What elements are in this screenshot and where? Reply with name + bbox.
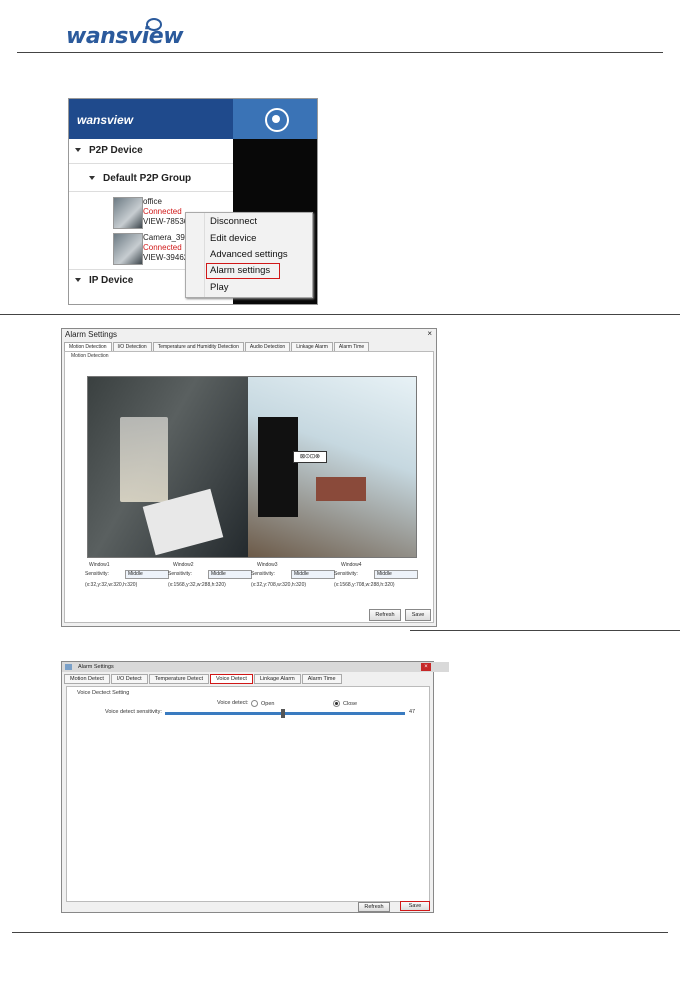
expand-icon	[75, 148, 81, 153]
menu-item-play[interactable]: Play	[210, 282, 228, 293]
sensitivity-label: Sensitivity:	[85, 571, 109, 577]
slider-thumb[interactable]	[281, 709, 285, 718]
window-title: Alarm Settings	[78, 664, 114, 670]
camera-preview[interactable]: ⊠⊙⊡⊗	[87, 376, 417, 558]
section-divider	[0, 314, 680, 315]
glass-object	[120, 417, 168, 502]
sensitivity-label: Sensitivity:	[334, 571, 358, 577]
expand-icon	[89, 176, 95, 181]
sensitivity-value: 47	[409, 709, 416, 715]
menu-item-disconnect[interactable]: Disconnect	[210, 216, 257, 227]
device-thumbnail	[113, 197, 143, 229]
device-name: office	[143, 197, 162, 206]
sensitivity-label: Sensitivity:	[168, 571, 192, 577]
window-title: Alarm Settings	[65, 330, 118, 339]
menu-item-alarm-settings[interactable]: Alarm settings	[210, 265, 270, 276]
refresh-button[interactable]: Refresh	[369, 609, 401, 621]
save-button[interactable]: Save	[405, 609, 431, 621]
motion-detection-screenshot: Alarm Settings × Motion Detection I/O De…	[61, 328, 437, 627]
header-divider	[17, 52, 663, 53]
window4-coords: (x:1568,y:708,w:288,h:320)	[334, 582, 395, 588]
radio-close[interactable]: Close	[333, 700, 357, 707]
rug-object	[316, 477, 366, 501]
sensitivity-label: Voice detect sensitivity:	[105, 709, 162, 715]
radio-open[interactable]: Open	[251, 700, 274, 707]
tree-label: Default P2P Group	[103, 173, 192, 184]
tv-object	[258, 417, 298, 517]
device-thumbnail	[113, 233, 143, 265]
tree-label: IP Device	[89, 275, 134, 286]
logo-eye-icon	[146, 18, 162, 31]
footer-divider	[12, 932, 668, 933]
tree-p2p-device[interactable]: P2P Device	[69, 145, 239, 156]
tree-default-group[interactable]: Default P2P Group	[69, 173, 233, 184]
tab-bar: Motion Detect I/O Detect Temperature Det…	[64, 674, 343, 684]
voice-detect-label: Voice detect:	[217, 700, 249, 706]
tab-panel: Voice Dectect Setting Voice detect: Open…	[66, 686, 430, 902]
close-icon[interactable]: ×	[427, 329, 432, 338]
radio-selected-icon	[333, 700, 340, 707]
sensitivity-label: Sensitivity:	[251, 571, 275, 577]
sensitivity-select-4[interactable]: Middle	[374, 570, 418, 579]
live-view-button[interactable]	[233, 99, 317, 139]
tree-label: P2P Device	[89, 145, 143, 156]
tab-panel: Motion Detection ⊠⊙⊡⊗ Window1 Window2 Wi…	[64, 351, 434, 623]
group-label: Voice Dectect Setting	[77, 690, 130, 696]
tab-linkage-alarm[interactable]: Linkage Alarm	[253, 674, 301, 684]
tab-voice-detect[interactable]: Voice Detect	[210, 674, 253, 684]
voice-detect-screenshot: Alarm Settings × Motion Detect I/O Detec…	[61, 661, 449, 913]
wansview-logo: wansview	[66, 18, 198, 50]
window4-label: Window4	[341, 562, 362, 568]
sensitivity-select-2[interactable]: Middle	[208, 570, 252, 579]
refresh-button[interactable]: Refresh	[358, 902, 390, 912]
save-button[interactable]: Save	[400, 901, 430, 911]
app-header: wansview	[69, 99, 233, 139]
group-label: Motion Detection	[71, 353, 109, 359]
window2-coords: (x:1568,y:32,w:288,h:320)	[168, 582, 226, 588]
context-menu: Disconnect Edit device Advanced settings…	[185, 212, 313, 298]
close-icon[interactable]: ×	[421, 663, 431, 671]
sensitivity-select-3[interactable]: Middle	[291, 570, 335, 579]
section-divider	[410, 630, 680, 631]
sensitivity-slider[interactable]	[165, 709, 405, 718]
app-logo: wansview	[77, 113, 134, 127]
app-icon	[65, 664, 72, 670]
tab-motion-detect[interactable]: Motion Detect	[64, 674, 110, 684]
window3-label: Window3	[257, 562, 278, 568]
tab-io-detect[interactable]: I/O Detect	[110, 674, 148, 684]
window-titlebar: Alarm Settings	[62, 662, 449, 672]
device-list-screenshot: wansview P2P Device Default P2P Group of…	[68, 98, 318, 305]
menu-item-edit-device[interactable]: Edit device	[210, 233, 256, 244]
window1-label: Window1	[89, 562, 110, 568]
window1-coords: (x:32,y:32,w:320,h:320)	[85, 582, 138, 588]
expand-icon	[75, 278, 81, 283]
radio-icon	[251, 700, 258, 707]
logo-text: wansview	[66, 24, 184, 49]
menu-item-advanced-settings[interactable]: Advanced settings	[210, 249, 288, 260]
tab-alarm-time[interactable]: Alarm Time	[301, 674, 342, 684]
ptz-overlay-icons[interactable]: ⊠⊙⊡⊗	[293, 451, 327, 463]
window3-coords: (x:32,y:708,w:320,h:320)	[251, 582, 307, 588]
tab-temperature-detect[interactable]: Temperature Detect	[148, 674, 210, 684]
window2-label: Window2	[173, 562, 194, 568]
sensitivity-select-1[interactable]: Middle	[125, 570, 169, 579]
